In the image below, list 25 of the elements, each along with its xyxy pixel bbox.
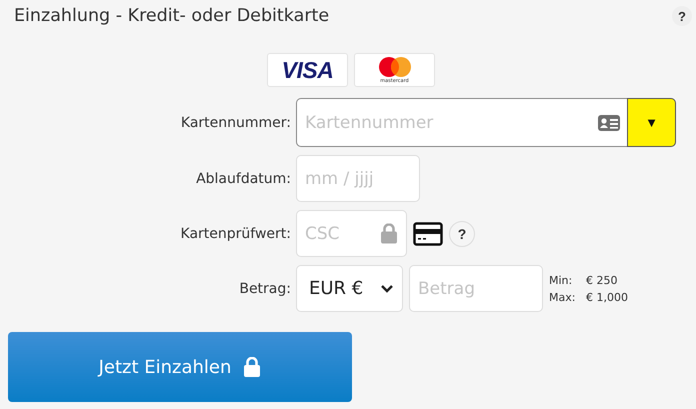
currency-select[interactable]: EUR € [296,265,403,312]
field-label: Ablaufdatum: [195,170,292,186]
contact-card-icon [597,112,621,132]
amount-field[interactable]: Betrag [409,265,543,312]
page-title: Einzahlung - Kredit- oder Debitkarte [14,6,330,26]
csc-field[interactable]: CSC [296,210,407,257]
expiry-field[interactable]: mm / jjjj [296,155,420,202]
help-button[interactable]: ? [672,6,692,26]
field-label: Kartennummer: [180,114,292,130]
field-label: Kartenprüfwert: [180,226,292,242]
limit-value: € 1,000 [586,290,628,306]
deposit-button[interactable]: Jetzt Einzahlen [8,332,352,402]
limit-label: Max: [549,290,576,306]
dropdown-button[interactable]: ▼ [627,98,676,147]
card-number-field[interactable]: Kartennummer [296,98,627,147]
limit-value: € 250 [586,272,618,288]
limit-label: Min: [549,272,574,288]
credit-card-icon [413,222,443,246]
lock-icon [380,223,398,244]
help-button[interactable]: ? [449,220,475,246]
field-label: Betrag: [238,280,292,296]
chevron-down-icon [380,284,394,293]
visa-logo: VISA [282,56,334,84]
circles-icon [378,56,412,78]
lock-icon [243,356,262,378]
